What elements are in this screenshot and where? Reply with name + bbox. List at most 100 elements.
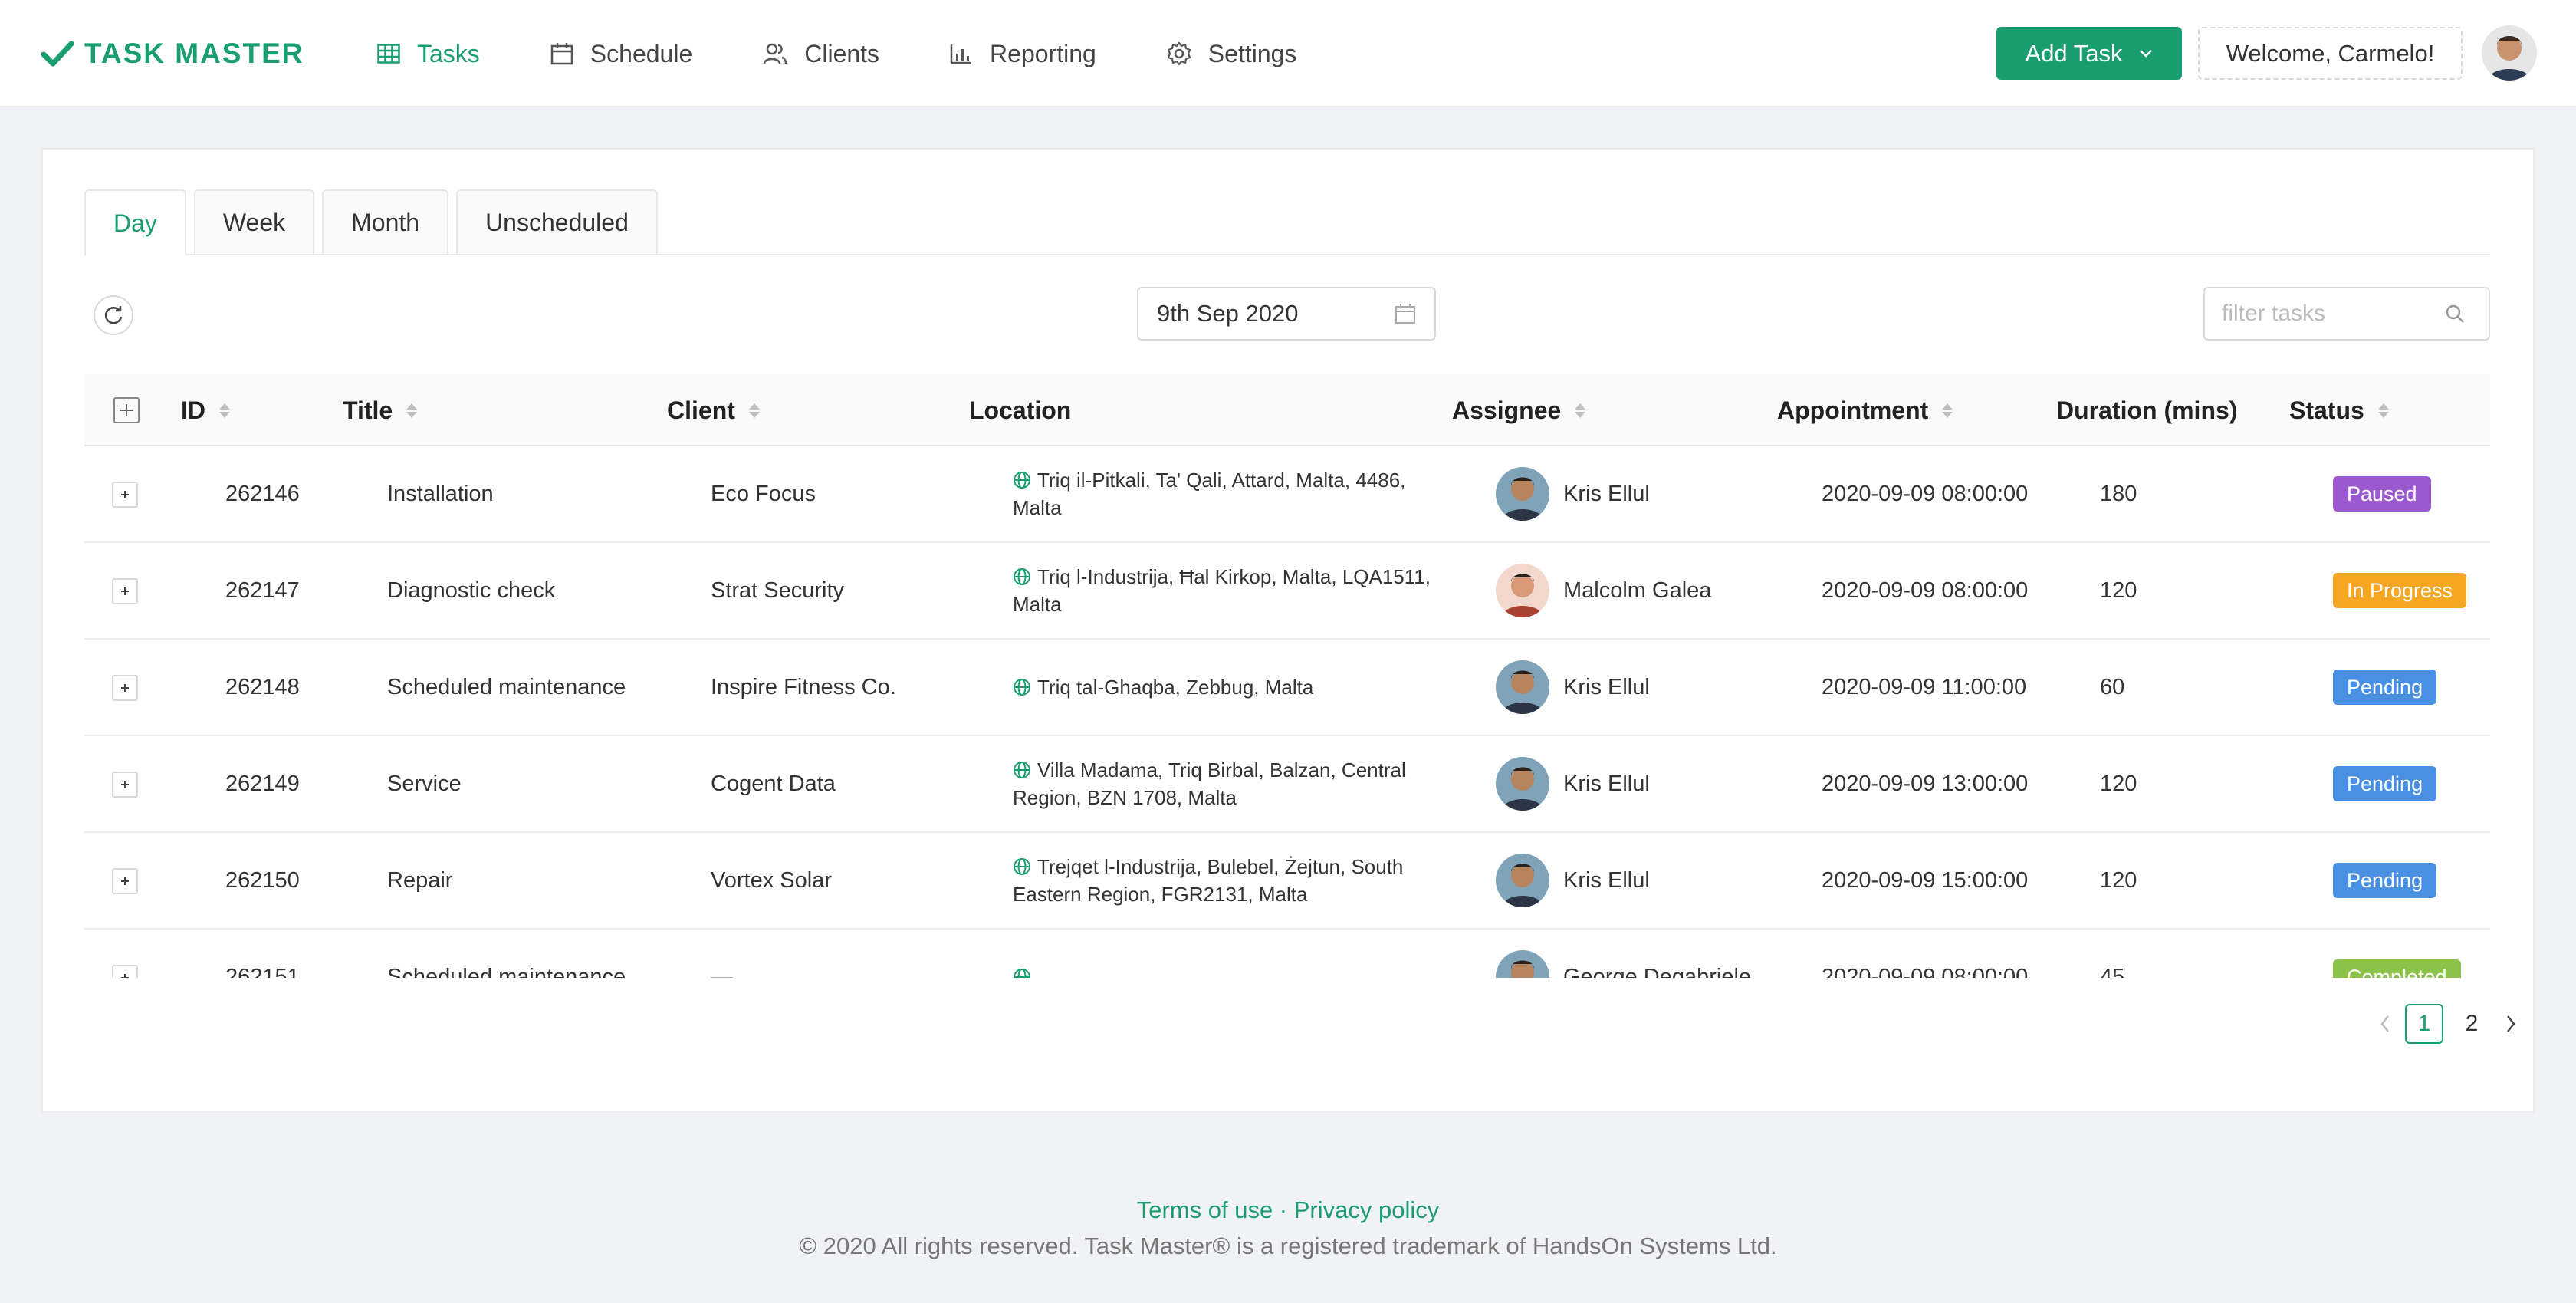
task-location: Triq tal-Ghaqba, Zebbug, Malta bbox=[1013, 640, 1450, 735]
filter-tasks-input[interactable] bbox=[2222, 301, 2444, 327]
calendar-icon bbox=[550, 43, 573, 65]
view-tabs: Day Week Month Unscheduled bbox=[84, 189, 2490, 255]
tab-week[interactable]: Week bbox=[193, 189, 315, 254]
task-status: Completed bbox=[2333, 930, 2461, 978]
task-appointment: 2020-09-09 08:00:00 bbox=[1822, 481, 2029, 506]
column-duration-label: Duration (mins) bbox=[2056, 396, 2238, 424]
refresh-icon bbox=[104, 306, 123, 324]
location-line-2: Malta bbox=[1013, 593, 1062, 616]
assignee-name: Kris Ellul bbox=[1563, 867, 1650, 893]
assignee-avatar bbox=[1496, 467, 1549, 521]
assignee-avatar-icon bbox=[1496, 854, 1549, 907]
column-client-label: Client bbox=[667, 396, 735, 424]
table-row[interactable]: 262149 Service Cogent Data Villa Madama, Tr… bbox=[84, 736, 2490, 833]
nav-clients[interactable]: Clients bbox=[763, 31, 879, 77]
task-status: In Progress bbox=[2333, 543, 2467, 638]
column-location: Location bbox=[969, 374, 1071, 446]
next-page-button[interactable] bbox=[2496, 1004, 2526, 1044]
user-avatar[interactable] bbox=[2482, 25, 2537, 81]
table-row[interactable]: 262146 Installation Eco Focus Triq il-Pitka… bbox=[84, 446, 2490, 543]
terms-of-use-link[interactable]: Terms of use bbox=[1137, 1196, 1273, 1223]
gear-icon bbox=[1167, 41, 1191, 66]
status-badge: Pending bbox=[2333, 863, 2437, 898]
sort-icon bbox=[406, 403, 418, 418]
table-row[interactable]: 262148 Scheduled maintenance Inspire Fitne… bbox=[84, 640, 2490, 736]
column-status[interactable]: Status bbox=[2289, 374, 2389, 446]
nav-tasks-label: Tasks bbox=[417, 39, 480, 67]
welcome-user-button[interactable]: Welcome, Carmelo! bbox=[2198, 27, 2463, 80]
tab-unscheduled[interactable]: Unscheduled bbox=[456, 189, 658, 254]
expand-all-button[interactable] bbox=[113, 397, 140, 423]
sort-icon bbox=[748, 403, 760, 418]
search-icon[interactable] bbox=[2444, 303, 2466, 324]
task-assignee: George Degabriele bbox=[1496, 930, 1751, 978]
expand-row-button[interactable] bbox=[112, 772, 138, 798]
assignee-avatar bbox=[1496, 854, 1549, 907]
expand-row-button[interactable] bbox=[112, 482, 138, 508]
assignee-name: George Degabriele bbox=[1563, 964, 1752, 979]
column-client[interactable]: Client bbox=[667, 374, 760, 446]
task-assignee: Kris Ellul bbox=[1496, 736, 1650, 831]
task-duration: 120 bbox=[2100, 771, 2137, 796]
privacy-policy-link[interactable]: Privacy policy bbox=[1294, 1196, 1440, 1223]
column-id[interactable]: ID bbox=[181, 374, 230, 446]
app-logo[interactable]: TASK MASTER bbox=[41, 34, 304, 74]
table-row[interactable]: 262147 Diagnostic check Strat Security Triq… bbox=[84, 543, 2490, 640]
expand-row-button[interactable] bbox=[112, 578, 138, 604]
welcome-label: Welcome, Carmelo! bbox=[2226, 39, 2435, 67]
page-2-button[interactable]: 2 bbox=[2453, 1004, 2491, 1044]
assignee-avatar bbox=[1496, 660, 1549, 714]
table-header: ID Title Client Location Assignee Appoin… bbox=[84, 374, 2490, 446]
top-header: TASK MASTER Tasks Schedule Clients Repor… bbox=[0, 0, 2576, 107]
users-icon bbox=[763, 43, 787, 64]
column-title-label: Title bbox=[343, 396, 393, 424]
task-title: Scheduled maintenance bbox=[387, 964, 626, 979]
expand-row-button[interactable] bbox=[112, 965, 138, 978]
expand-row-button[interactable] bbox=[112, 675, 138, 701]
filter-tasks-field bbox=[2203, 287, 2490, 341]
expand-row-button[interactable] bbox=[112, 868, 138, 894]
table-row[interactable]: 262150 Repair Vortex Solar Trejqet l-Indust… bbox=[84, 833, 2490, 930]
main-nav: Tasks Schedule Clients Reporting Setting… bbox=[377, 31, 1367, 77]
task-appointment: 2020-09-09 11:00:00 bbox=[1822, 674, 2027, 699]
add-task-button[interactable]: Add Task bbox=[1996, 27, 2182, 80]
tab-month[interactable]: Month bbox=[322, 189, 449, 254]
task-duration: 180 bbox=[2100, 481, 2137, 506]
location-line-2: Eastern Region, FGR2131, Malta bbox=[1013, 883, 1308, 906]
table-row[interactable]: 262151 Scheduled maintenance — — George Dega… bbox=[84, 930, 2490, 978]
globe-icon bbox=[1014, 969, 1030, 978]
location-line-1: Triq il-Pitkali, Ta' Qali, Attard, Malta… bbox=[1037, 469, 1406, 492]
task-appointment: 2020-09-09 15:00:00 bbox=[1822, 867, 2029, 893]
nav-settings[interactable]: Settings bbox=[1167, 31, 1296, 77]
task-location: Triq il-Pitkali, Ta' Qali, Attard, Malta… bbox=[1013, 446, 1450, 541]
location-line-1: Triq tal-Ghaqba, Zebbug, Malta bbox=[1037, 676, 1314, 699]
date-picker[interactable]: 9th Sep 2020 bbox=[1137, 287, 1436, 341]
assignee-avatar-icon bbox=[1496, 564, 1549, 617]
assignee-avatar-icon bbox=[1496, 467, 1549, 521]
page-1-button[interactable]: 1 bbox=[2405, 1004, 2443, 1044]
nav-reporting[interactable]: Reporting bbox=[950, 31, 1096, 77]
column-assignee[interactable]: Assignee bbox=[1452, 374, 1586, 446]
assignee-name: Kris Ellul bbox=[1563, 674, 1650, 699]
task-client: — bbox=[711, 964, 733, 979]
refresh-button[interactable] bbox=[94, 295, 133, 335]
task-title: Scheduled maintenance bbox=[387, 674, 626, 699]
task-appointment: 2020-09-09 08:00:00 bbox=[1822, 964, 2029, 979]
column-appointment[interactable]: Appointment bbox=[1777, 374, 1953, 446]
column-title[interactable]: Title bbox=[343, 374, 418, 446]
tab-day[interactable]: Day bbox=[84, 189, 186, 255]
column-status-label: Status bbox=[2289, 396, 2364, 424]
task-title: Diagnostic check bbox=[387, 577, 556, 603]
task-location: Triq l-Industrija, Ħal Kirkop, Malta, LQ… bbox=[1013, 543, 1450, 638]
assignee-avatar bbox=[1496, 950, 1549, 978]
status-badge: Pending bbox=[2333, 670, 2437, 705]
nav-tasks[interactable]: Tasks bbox=[377, 31, 480, 77]
assignee-avatar-icon bbox=[1496, 757, 1549, 811]
prev-page-button[interactable] bbox=[2370, 1004, 2400, 1044]
nav-schedule[interactable]: Schedule bbox=[550, 31, 692, 77]
task-status: Pending bbox=[2333, 736, 2437, 831]
nav-clients-label: Clients bbox=[804, 39, 880, 67]
task-location: — bbox=[1013, 930, 1450, 978]
tasks-card: Day Week Month Unscheduled 9th Sep 2020 … bbox=[41, 148, 2535, 1113]
task-duration: 60 bbox=[2100, 674, 2125, 699]
